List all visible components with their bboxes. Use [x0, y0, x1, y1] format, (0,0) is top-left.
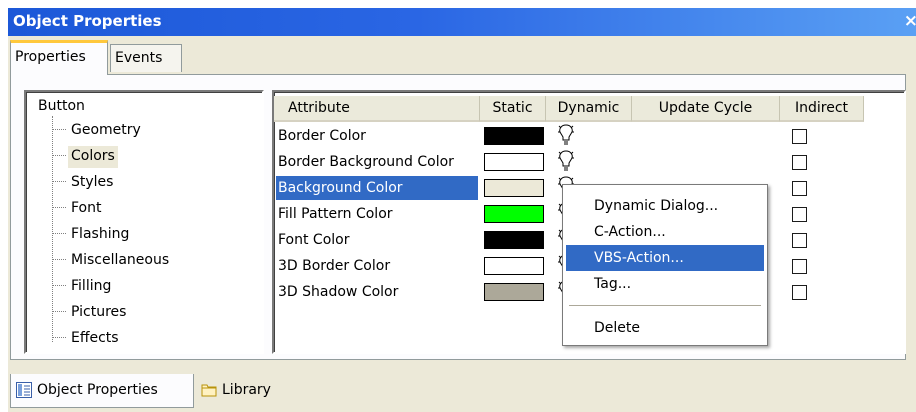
lightbulb-icon[interactable]	[558, 124, 574, 146]
close-icon[interactable]: ×	[904, 11, 916, 31]
tree-item-miscellaneous[interactable]: Miscellaneous	[68, 250, 172, 272]
indirect-checkbox[interactable]	[792, 181, 807, 196]
tree-item-colors[interactable]: Colors	[68, 146, 118, 168]
attribute-label: 3D Border Color	[278, 258, 391, 274]
attribute-label: Font Color	[278, 232, 350, 248]
column-header-dynamic[interactable]: Dynamic	[546, 96, 632, 122]
tab-properties[interactable]: Properties	[10, 40, 108, 75]
attribute-label: 3D Shadow Color	[278, 284, 399, 300]
column-header-static[interactable]: Static	[480, 96, 546, 122]
color-swatch[interactable]	[484, 179, 544, 197]
color-swatch[interactable]	[484, 127, 544, 145]
tab-object-properties[interactable]: Object Properties	[10, 374, 194, 408]
tree-branch	[52, 311, 66, 312]
tree-connector	[52, 116, 53, 342]
tree-item-geometry[interactable]: Geometry	[68, 120, 144, 142]
property-tree[interactable]: Button Geometry Colors Styles Font Flash…	[24, 90, 264, 354]
indirect-checkbox[interactable]	[792, 259, 807, 274]
lightbulb-icon[interactable]	[558, 150, 574, 172]
indirect-checkbox[interactable]	[792, 233, 807, 248]
tree-item-filling[interactable]: Filling	[68, 276, 114, 298]
tree-branch	[52, 129, 66, 130]
tree-item-font[interactable]: Font	[68, 198, 104, 220]
tree-branch	[52, 207, 66, 208]
tree-branch	[52, 233, 66, 234]
indirect-checkbox[interactable]	[792, 155, 807, 170]
tree-branch	[52, 259, 66, 260]
window-title: Object Properties	[13, 12, 162, 30]
tab-label: Object Properties	[37, 382, 158, 398]
tree-item-styles[interactable]: Styles	[68, 172, 116, 194]
column-header-update-cycle[interactable]: Update Cycle	[632, 96, 780, 122]
library-folder-icon	[201, 384, 217, 397]
tab-events[interactable]: Events	[110, 44, 182, 72]
tab-label: Library	[222, 382, 271, 398]
menu-item-dynamic-dialog[interactable]: Dynamic Dialog...	[566, 193, 764, 219]
color-swatch[interactable]	[484, 257, 544, 275]
context-menu: Dynamic Dialog... C-Action... VBS-Action…	[562, 184, 768, 346]
tree-root-button[interactable]: Button	[38, 98, 85, 114]
tab-library[interactable]: Library	[196, 374, 288, 408]
menu-item-c-action[interactable]: C-Action...	[566, 219, 764, 245]
indirect-checkbox[interactable]	[792, 207, 807, 222]
menu-item-vbs-action[interactable]: VBS-Action...	[566, 245, 764, 271]
attribute-label: Fill Pattern Color	[278, 206, 393, 222]
color-swatch[interactable]	[484, 283, 544, 301]
indirect-checkbox[interactable]	[792, 285, 807, 300]
tree-branch	[52, 181, 66, 182]
menu-item-tag[interactable]: Tag...	[566, 271, 764, 297]
tab-label: Events	[115, 50, 163, 66]
tree-branch	[52, 155, 66, 156]
color-swatch[interactable]	[484, 205, 544, 223]
menu-item-delete[interactable]: Delete	[566, 315, 764, 341]
tree-item-flashing[interactable]: Flashing	[68, 224, 132, 246]
properties-icon	[16, 382, 32, 398]
tab-label: Properties	[15, 49, 86, 65]
attribute-label: Border Background Color	[278, 154, 454, 170]
color-swatch[interactable]	[484, 153, 544, 171]
tree-branch	[52, 337, 66, 338]
tree-branch	[52, 285, 66, 286]
tree-item-effects[interactable]: Effects	[68, 328, 122, 350]
title-bar[interactable]: Object Properties ×	[8, 8, 916, 36]
column-header-attribute[interactable]: Attribute	[274, 96, 480, 122]
attribute-label: Background Color	[276, 176, 478, 200]
menu-separator	[569, 305, 761, 306]
color-swatch[interactable]	[484, 231, 544, 249]
indirect-checkbox[interactable]	[792, 129, 807, 144]
attribute-label: Border Color	[278, 128, 366, 144]
tree-item-pictures[interactable]: Pictures	[68, 302, 129, 324]
column-header-indirect[interactable]: Indirect	[780, 96, 864, 122]
